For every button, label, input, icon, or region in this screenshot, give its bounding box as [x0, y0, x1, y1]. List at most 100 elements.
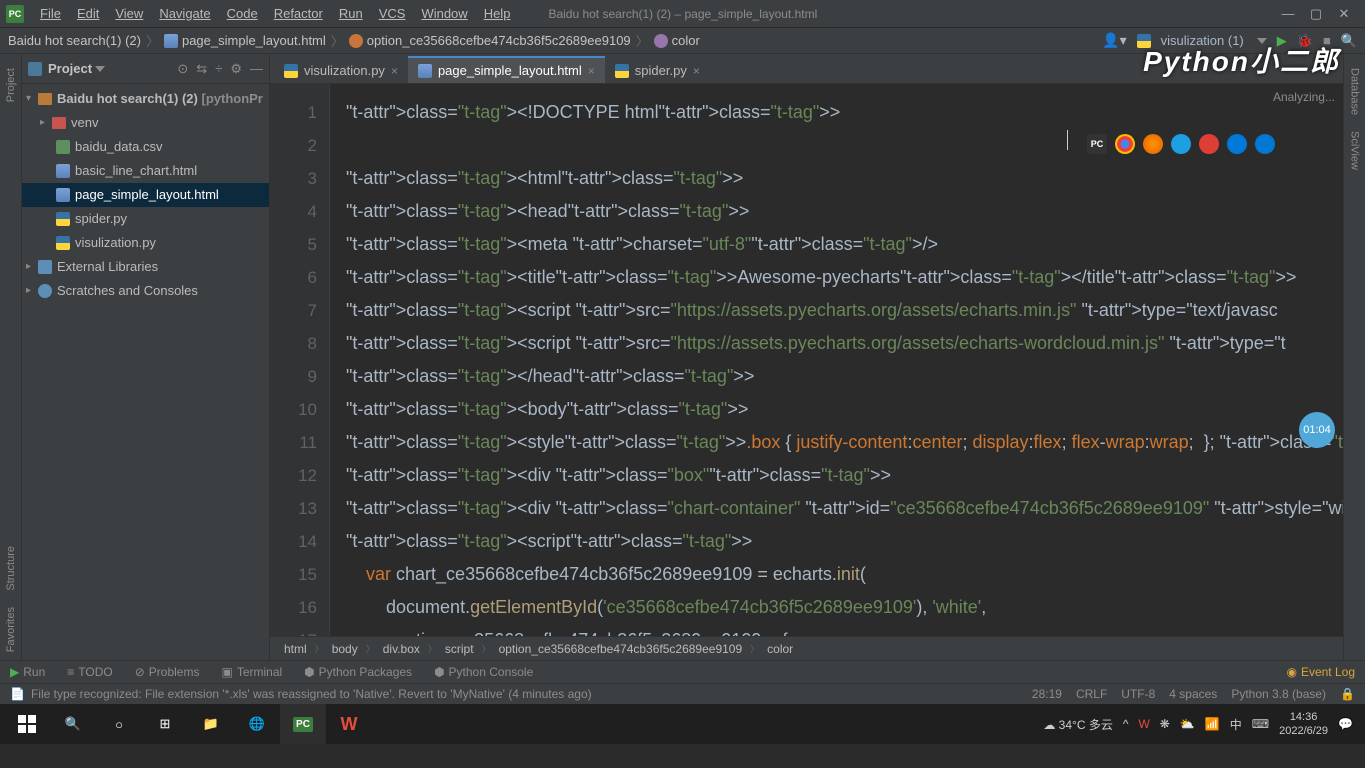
expand-all-icon[interactable]: ⇆: [196, 61, 207, 77]
tray-wifi-icon[interactable]: 📶: [1205, 717, 1220, 731]
tool-tab-sciview[interactable]: SciView: [1347, 123, 1363, 178]
code-editor[interactable]: "t-attr">class="t-tag"><!DOCTYPE html"t-…: [330, 84, 1343, 636]
bc-divbox[interactable]: div.box: [383, 642, 420, 656]
bc-script[interactable]: script: [445, 642, 474, 656]
user-icon[interactable]: 👤▾: [1102, 32, 1126, 49]
bc-color[interactable]: color: [767, 642, 793, 656]
crumb-variable[interactable]: option_ce35668cefbe474cb36f5c2689ee9109: [367, 33, 631, 48]
tab-page-layout[interactable]: page_simple_layout.html×: [408, 56, 605, 83]
tool-terminal[interactable]: ▣ Terminal: [221, 665, 282, 679]
menu-code[interactable]: Code: [219, 0, 266, 28]
tray-clock[interactable]: 14:362022/6/29: [1279, 710, 1328, 738]
opera-icon[interactable]: [1199, 134, 1219, 154]
tree-file-spider[interactable]: spider.py: [22, 207, 269, 231]
tool-tab-database[interactable]: Database: [1347, 60, 1363, 123]
pycharm-button[interactable]: PC: [280, 704, 326, 744]
search-button[interactable]: 🔍: [50, 704, 96, 744]
status-line-sep[interactable]: CRLF: [1076, 687, 1107, 701]
tray-icon-1[interactable]: W: [1138, 717, 1149, 731]
edge-button[interactable]: 🌐: [234, 704, 280, 744]
debug-button[interactable]: 🐞: [1297, 33, 1313, 49]
tree-file-layout-html[interactable]: page_simple_layout.html: [22, 183, 269, 207]
window-close[interactable]: ✕: [1337, 7, 1351, 21]
pycharm-preview-icon[interactable]: PC: [1087, 134, 1107, 154]
collapse-all-icon[interactable]: ÷: [215, 61, 222, 77]
status-bar: 📄 File type recognized: File extension '…: [0, 683, 1365, 704]
crumb-file[interactable]: page_simple_layout.html: [182, 33, 326, 48]
line-gutter[interactable]: 1234567891011121314151617: [270, 84, 330, 636]
tool-python-console[interactable]: ⬢ Python Console: [434, 665, 533, 679]
status-indent[interactable]: 4 spaces: [1169, 687, 1217, 701]
tool-tab-project[interactable]: Project: [3, 60, 19, 110]
tree-file-visulization[interactable]: visulization.py: [22, 231, 269, 255]
chrome-icon[interactable]: [1115, 134, 1135, 154]
weather-widget[interactable]: ☁ 34°C 多云: [1043, 716, 1113, 733]
tool-tab-favorites[interactable]: Favorites: [3, 599, 19, 660]
close-icon[interactable]: ×: [391, 64, 398, 78]
menu-run[interactable]: Run: [331, 0, 371, 28]
menu-view[interactable]: View: [107, 0, 151, 28]
hide-icon[interactable]: —: [250, 61, 263, 77]
structure-breadcrumb: html〉 body〉 div.box〉 script〉 option_ce35…: [270, 636, 1343, 660]
tree-external-libs[interactable]: ▸External Libraries: [22, 255, 269, 279]
crumb-property[interactable]: color: [672, 33, 700, 48]
window-maximize[interactable]: ▢: [1309, 7, 1323, 21]
tray-ime-icon[interactable]: 中: [1230, 716, 1242, 733]
menu-help[interactable]: Help: [476, 0, 519, 28]
cortana-button[interactable]: ○: [96, 704, 142, 744]
tree-folder-venv[interactable]: ▸venv: [22, 111, 269, 135]
firefox-icon[interactable]: [1143, 134, 1163, 154]
menu-navigate[interactable]: Navigate: [151, 0, 218, 28]
task-view-button[interactable]: ⊞: [142, 704, 188, 744]
tree-scratches[interactable]: ▸Scratches and Consoles: [22, 279, 269, 303]
menu-edit[interactable]: Edit: [69, 0, 107, 28]
close-icon[interactable]: ×: [693, 64, 700, 78]
tree-file-csv[interactable]: baidu_data.csv: [22, 135, 269, 159]
search-everywhere-icon[interactable]: 🔍: [1341, 33, 1357, 49]
start-button[interactable]: [4, 704, 50, 744]
menu-refactor[interactable]: Refactor: [266, 0, 331, 28]
run-config-icon: [1137, 34, 1151, 48]
status-lock-icon[interactable]: 🔒: [1340, 687, 1355, 701]
tool-event-log[interactable]: ◉ Event Log: [1286, 665, 1355, 679]
status-encoding[interactable]: UTF-8: [1121, 687, 1155, 701]
tool-tab-structure[interactable]: Structure: [3, 538, 19, 599]
stop-button[interactable]: ■: [1323, 33, 1331, 48]
select-opened-file-icon[interactable]: ⊙: [177, 61, 188, 77]
tray-icon-3[interactable]: ⛅: [1180, 717, 1195, 731]
tab-spider[interactable]: spider.py×: [605, 56, 710, 83]
browser-preview-icons: PC: [1087, 134, 1275, 154]
video-timer: 01:04: [1299, 412, 1335, 448]
tool-python-packages[interactable]: ⬢ Python Packages: [304, 665, 412, 679]
tray-keyboard-icon[interactable]: ⌨: [1252, 717, 1269, 731]
run-button[interactable]: ▶: [1277, 33, 1287, 49]
tree-root[interactable]: ▾ Baidu hot search(1) (2) [pythonPr: [22, 87, 269, 111]
run-config-selector[interactable]: visulization (1): [1161, 33, 1244, 48]
menu-file[interactable]: File: [32, 0, 69, 28]
crumb-project[interactable]: Baidu hot search(1) (2): [8, 33, 141, 48]
tool-todo[interactable]: ≡ TODO: [67, 665, 112, 679]
menu-window[interactable]: Window: [413, 0, 475, 28]
status-interpreter[interactable]: Python 3.8 (base): [1231, 687, 1326, 701]
bc-html[interactable]: html: [284, 642, 307, 656]
tray-chevron-icon[interactable]: ^: [1123, 717, 1129, 731]
close-icon[interactable]: ×: [588, 64, 595, 78]
status-caret-pos[interactable]: 28:19: [1032, 687, 1062, 701]
bc-body[interactable]: body: [332, 642, 358, 656]
edge-icon[interactable]: [1255, 134, 1275, 154]
tree-file-chart-html[interactable]: basic_line_chart.html: [22, 159, 269, 183]
wps-button[interactable]: W: [326, 704, 372, 744]
bc-option[interactable]: option_ce35668cefbe474cb36f5c2689ee9109: [499, 642, 743, 656]
tool-problems[interactable]: ⊘ Problems: [135, 665, 200, 679]
project-icon: [28, 62, 42, 76]
settings-icon[interactable]: ⚙: [230, 61, 242, 77]
tool-run[interactable]: ▶Run: [10, 665, 45, 679]
ie-icon[interactable]: [1227, 134, 1247, 154]
window-minimize[interactable]: —: [1281, 7, 1295, 21]
tab-visulization[interactable]: visulization.py×: [274, 56, 408, 83]
tray-icon-2[interactable]: ❋: [1160, 717, 1170, 731]
notifications-icon[interactable]: 💬: [1338, 717, 1353, 731]
safari-icon[interactable]: [1171, 134, 1191, 154]
explorer-button[interactable]: 📁: [188, 704, 234, 744]
menu-vcs[interactable]: VCS: [371, 0, 414, 28]
